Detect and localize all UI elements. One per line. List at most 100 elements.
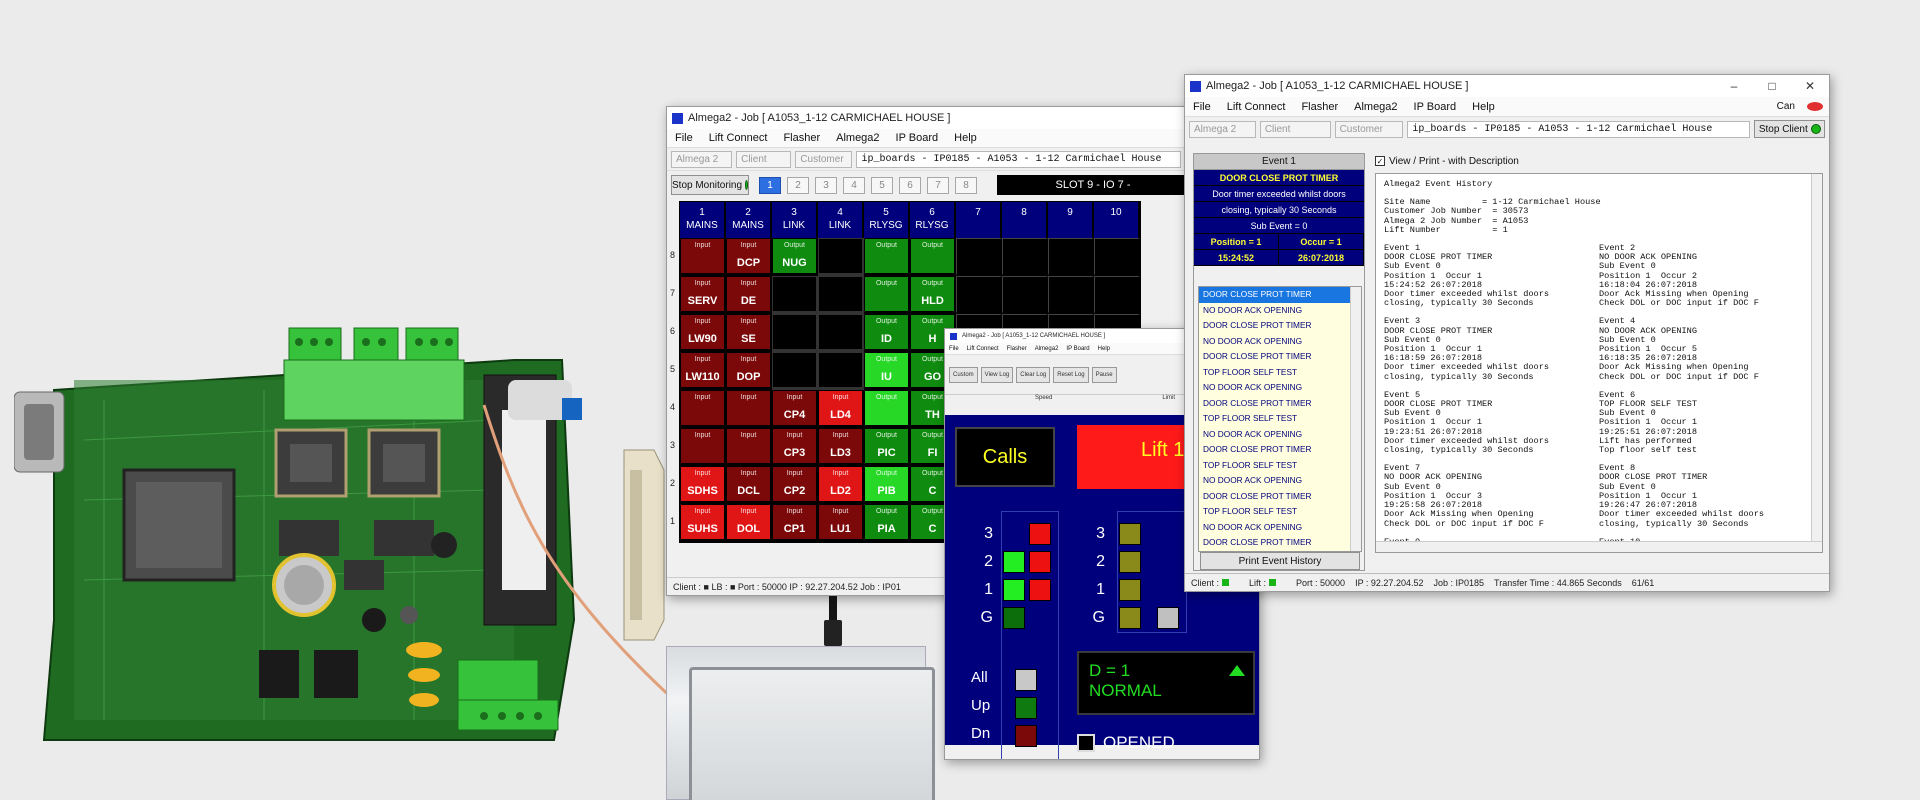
io-cell[interactable] <box>818 276 864 314</box>
menu-item-ip-board[interactable]: IP Board <box>888 132 947 144</box>
slot-button-1[interactable]: 1 <box>759 176 781 194</box>
io-cell[interactable]: Input CP3 <box>772 428 818 466</box>
opened-indicator[interactable]: OPENED <box>1077 733 1175 753</box>
close-icon[interactable]: ✕ <box>1791 79 1829 93</box>
io-cell[interactable] <box>1048 238 1094 276</box>
event-list-item[interactable]: DOOR CLOSE PROT TIMER <box>1199 489 1361 505</box>
io-cell[interactable]: Input <box>680 390 726 428</box>
io-cell[interactable]: Input SDHS <box>680 466 726 504</box>
io-cell[interactable] <box>818 314 864 352</box>
event-list-item[interactable]: DOOR CLOSE PROT TIMER <box>1199 318 1361 334</box>
io-cell[interactable]: Output IU <box>864 352 910 390</box>
io-cell[interactable]: Output PIA <box>864 504 910 542</box>
io-cell[interactable]: Input CP1 <box>772 504 818 542</box>
io-cell[interactable]: Output NUG <box>772 238 818 276</box>
customer-combo[interactable]: Customer <box>1334 120 1404 138</box>
menu-item-help[interactable]: Help <box>946 132 985 144</box>
io-cell[interactable]: Input LD2 <box>818 466 864 504</box>
event-list-item[interactable]: NO DOOR ACK OPENING <box>1199 334 1361 350</box>
io-cell[interactable]: Output <box>910 238 956 276</box>
io-cell[interactable] <box>818 238 864 276</box>
menu-item-lift-connect[interactable]: Lift Connect <box>701 132 776 144</box>
event-list-item[interactable]: TOP FLOOR SELF TEST <box>1199 504 1361 520</box>
landing-call-indicator[interactable] <box>1029 551 1051 573</box>
io-cell[interactable]: Input <box>680 238 726 276</box>
event-list-item[interactable]: DOOR CLOSE PROT TIMER <box>1199 535 1361 551</box>
menu-item-flasher[interactable]: Flasher <box>1293 101 1346 113</box>
io-cell[interactable] <box>1094 238 1140 276</box>
menu-item-lift-connect[interactable]: Lift Connect <box>1219 101 1294 113</box>
menu-item-file[interactable]: File <box>667 132 701 144</box>
event-list[interactable]: DOOR CLOSE PROT TIMER NO DOOR ACK OPENING… <box>1198 286 1362 552</box>
io-cell[interactable] <box>956 276 1002 314</box>
io-cell[interactable]: Input SUHS <box>680 504 726 542</box>
print-event-history-button[interactable]: Print Event History <box>1200 552 1360 570</box>
io-cell[interactable] <box>772 352 818 390</box>
menu-item-almega2[interactable]: Almega2 <box>1031 346 1063 352</box>
event-list-item[interactable]: DOOR CLOSE PROT TIMER <box>1199 287 1361 303</box>
menu-item-flasher[interactable]: Flasher <box>775 132 828 144</box>
menu-item-almega2[interactable]: Almega2 <box>828 132 887 144</box>
minimize-icon[interactable]: – <box>1715 79 1753 93</box>
io-cell[interactable]: Input DCP <box>726 238 772 276</box>
event-list-item[interactable]: DOOR CLOSE PROT TIMER <box>1199 442 1361 458</box>
event-list-item[interactable]: TOP FLOOR SELF TEST <box>1199 365 1361 381</box>
board-combo[interactable]: ip_boards - IP0185 - A1053 - 1-12 Carmic… <box>1407 120 1751 138</box>
io-cell[interactable] <box>1094 276 1140 314</box>
io-cell[interactable]: Input SERV <box>680 276 726 314</box>
event-list-item[interactable]: NO DOOR ACK OPENING <box>1199 520 1361 536</box>
io-cell[interactable]: Output <box>864 238 910 276</box>
menu-item-file[interactable]: File <box>945 346 963 352</box>
menu-item-ip-board[interactable]: IP Board <box>1406 101 1465 113</box>
io-cell[interactable]: Output <box>864 276 910 314</box>
board-combo[interactable]: ip_boards - IP0185 - A1053 - 1-12 Carmic… <box>856 150 1181 168</box>
io-cell[interactable]: Input DOP <box>726 352 772 390</box>
view-print-option[interactable]: ✓ View / Print - with Description <box>1375 153 1823 169</box>
io-cell[interactable]: Output PIB <box>864 466 910 504</box>
control-button-up[interactable] <box>1015 697 1037 719</box>
io-cell[interactable] <box>818 352 864 390</box>
client-combo[interactable]: Client <box>1259 120 1331 138</box>
control-button-all[interactable] <box>1015 669 1037 691</box>
landing-call-indicator[interactable] <box>1029 523 1051 545</box>
menu-item-flasher[interactable]: Flasher <box>1003 346 1031 352</box>
maximize-icon[interactable]: □ <box>1753 79 1791 93</box>
io-cell[interactable]: Input CP2 <box>772 466 818 504</box>
slot-button-5[interactable]: 5 <box>871 176 893 194</box>
io-cell[interactable]: Input DCL <box>726 466 772 504</box>
io-cell[interactable]: Input LD4 <box>818 390 864 428</box>
io-cell[interactable] <box>1048 276 1094 314</box>
io-cell[interactable]: Input CP4 <box>772 390 818 428</box>
car-call-indicator[interactable] <box>1003 607 1025 629</box>
tool-pause-button[interactable]: Pause <box>1091 366 1117 383</box>
customer-combo[interactable]: Customer <box>795 150 853 168</box>
menu-item-ip-board[interactable]: IP Board <box>1062 346 1093 352</box>
menu-item-help[interactable]: Help <box>1464 101 1503 113</box>
event-list-item[interactable]: NO DOOR ACK OPENING <box>1199 380 1361 396</box>
tool-clear-log-button[interactable]: Clear Log <box>1016 366 1051 383</box>
io-cell[interactable] <box>772 276 818 314</box>
client-combo[interactable]: Client <box>736 150 792 168</box>
io-cell[interactable]: Input <box>680 428 726 466</box>
menu-item-help[interactable]: Help <box>1094 346 1114 352</box>
event-list-item[interactable]: NO DOOR ACK OPENING <box>1199 427 1361 443</box>
io-cell[interactable]: Input DE <box>726 276 772 314</box>
io-cell[interactable]: Input <box>726 390 772 428</box>
slot-button-8[interactable]: 8 <box>955 176 977 194</box>
slot-button-6[interactable]: 6 <box>899 176 921 194</box>
io-cell[interactable]: Output PIC <box>864 428 910 466</box>
event-list-item[interactable]: NO DOOR ACK OPENING <box>1199 473 1361 489</box>
event-list-item[interactable]: DOOR CLOSE PROT TIMER <box>1199 396 1361 412</box>
tool-view-log-button[interactable]: View Log <box>980 366 1014 383</box>
io-cell[interactable]: Input LU1 <box>818 504 864 542</box>
slot-button-4[interactable]: 4 <box>843 176 865 194</box>
event-list-item[interactable]: TOP FLOOR SELF TEST <box>1199 458 1361 474</box>
io-cell[interactable] <box>1002 238 1048 276</box>
history-horizontal-scrollbar[interactable] <box>1376 541 1822 552</box>
io-cell[interactable]: Input LW90 <box>680 314 726 352</box>
history-vertical-scrollbar[interactable] <box>1811 174 1822 552</box>
io-cell[interactable]: Input LW110 <box>680 352 726 390</box>
control-button-dn[interactable] <box>1015 725 1037 747</box>
io-cell[interactable]: Input DOL <box>726 504 772 542</box>
io-cell[interactable] <box>772 314 818 352</box>
